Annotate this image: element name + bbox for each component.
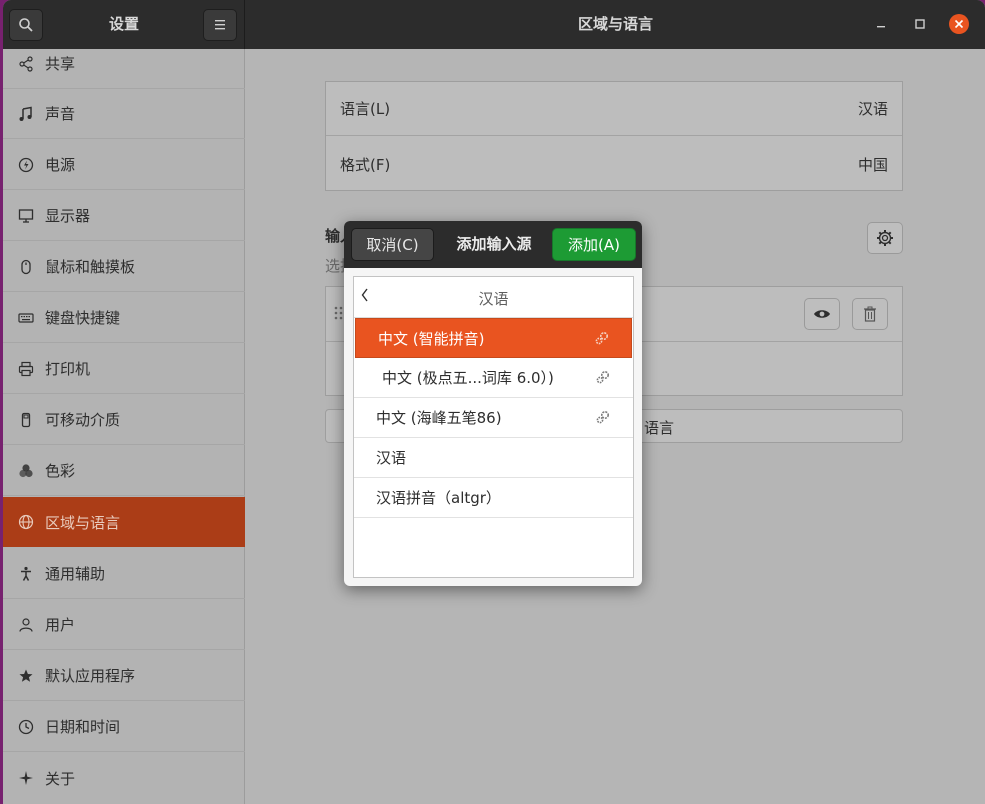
settings-window: 设置 区域与语言 共享 声音 电源 显示器 鼠标和触摸板 键盘快捷键 打印机 可… <box>3 0 985 804</box>
music-note-icon <box>17 105 35 123</box>
star-icon <box>17 667 35 685</box>
list-item-label: 汉语拼音（altgr） <box>376 489 501 507</box>
sidebar-item-sound[interactable]: 声音 <box>3 89 245 139</box>
minimize-button[interactable] <box>871 14 891 34</box>
list-item[interactable]: 汉语 <box>354 438 633 478</box>
sidebar-item-label: 通用辅助 <box>45 565 106 583</box>
maximize-button[interactable] <box>910 14 930 34</box>
sidebar-item-date-time[interactable]: 日期和时间 <box>3 702 245 752</box>
accessibility-icon <box>17 565 35 583</box>
sidebar-item-label: 键盘快捷键 <box>45 309 121 327</box>
settings-gear-icon <box>594 330 610 346</box>
language-label: 语言(L) <box>340 100 391 118</box>
sidebar-item-about[interactable]: 关于 <box>3 753 245 803</box>
sidebar-item-label: 显示器 <box>45 207 91 225</box>
eye-icon <box>814 310 830 318</box>
printer-icon <box>17 360 35 378</box>
mouse-icon <box>17 258 35 276</box>
color-icon <box>17 462 35 480</box>
globe-icon <box>17 513 35 531</box>
sidebar-item-label: 声音 <box>45 105 76 123</box>
sparkle-icon <box>17 769 35 787</box>
sidebar-item-label: 关于 <box>45 769 76 788</box>
list-item-label: 中文 (海峰五笔86) <box>376 409 502 427</box>
language-row[interactable]: 语言(L) 汉语 <box>326 82 902 136</box>
input-source-list: 汉语 中文 (智能拼音) 中文 (极点五...词库 6.0）) 中文 (海峰五笔… <box>353 276 634 578</box>
minimize-icon <box>877 26 885 28</box>
sidebar-item-label: 色彩 <box>45 462 76 480</box>
preview-button[interactable] <box>804 298 840 330</box>
close-button[interactable] <box>949 14 969 34</box>
add-language-label: 语言 <box>644 419 675 437</box>
remove-button[interactable] <box>852 298 888 330</box>
sidebar-item-label: 区域与语言 <box>45 513 121 532</box>
list-item[interactable]: 汉语拼音（altgr） <box>354 478 633 518</box>
sidebar-item-printers[interactable]: 打印机 <box>3 344 245 394</box>
language-format-card: 语言(L) 汉语 格式(F) 中国 <box>325 81 903 191</box>
list-item-label: 汉语 <box>376 449 407 467</box>
sidebar-item-keyboard[interactable]: 键盘快捷键 <box>3 293 245 343</box>
list-header-label: 汉语 <box>478 290 509 308</box>
format-row[interactable]: 格式(F) 中国 <box>326 137 902 191</box>
hamburger-icon <box>215 20 225 30</box>
list-item-label: 中文 (极点五...词库 6.0）) <box>382 369 554 387</box>
gear-icon <box>877 230 893 246</box>
sidebar-item-color[interactable]: 色彩 <box>3 446 245 496</box>
cancel-button[interactable]: 取消(C) <box>351 228 434 261</box>
sidebar-item-mouse[interactable]: 鼠标和触摸板 <box>3 242 245 292</box>
clock-icon <box>17 718 35 736</box>
removable-media-icon <box>17 411 35 429</box>
list-header[interactable]: 汉语 <box>354 277 633 318</box>
display-icon <box>17 207 35 225</box>
sidebar-item-sharing[interactable]: 共享 <box>3 39 245 89</box>
sidebar-item-label: 日期和时间 <box>45 718 121 736</box>
add-button[interactable]: 添加(A) <box>552 228 636 261</box>
sidebar-item-label: 鼠标和触摸板 <box>45 258 136 276</box>
settings-gear-icon <box>595 369 611 385</box>
sidebar-item-region-language[interactable]: 区域与语言 <box>3 497 245 547</box>
add-input-source-dialog: 取消(C) 添加输入源 添加(A) 汉语 中文 (智能拼音) 中文 (极点五..… <box>344 221 642 586</box>
sidebar-item-default-apps[interactable]: 默认应用程序 <box>3 651 245 701</box>
format-label: 格式(F) <box>340 155 391 174</box>
dialog-title: 添加输入源 <box>456 235 532 253</box>
language-value: 汉语 <box>857 100 888 118</box>
dialog-header: 取消(C) 添加输入源 添加(A) <box>344 221 642 268</box>
sidebar-item-label: 用户 <box>45 616 76 634</box>
sidebar: 共享 声音 电源 显示器 鼠标和触摸板 键盘快捷键 打印机 可移动介质 色彩 区… <box>3 49 245 804</box>
list-item-label: 中文 (智能拼音) <box>378 329 485 348</box>
sidebar-item-label: 共享 <box>45 55 76 73</box>
settings-gear-icon <box>595 409 611 425</box>
menu-button[interactable] <box>203 9 237 41</box>
input-options-button[interactable] <box>867 222 903 254</box>
share-icon <box>17 55 35 73</box>
sidebar-item-displays[interactable]: 显示器 <box>3 191 245 241</box>
list-item[interactable]: 中文 (海峰五笔86) <box>354 398 633 438</box>
list-item[interactable]: 中文 (智能拼音) <box>355 318 632 358</box>
sidebar-item-removable-media[interactable]: 可移动介质 <box>3 395 245 445</box>
sidebar-item-accessibility[interactable]: 通用辅助 <box>3 549 245 599</box>
close-icon <box>954 19 964 29</box>
sidebar-item-label: 默认应用程序 <box>45 667 136 685</box>
sidebar-item-label: 可移动介质 <box>45 411 121 429</box>
power-icon <box>17 156 35 174</box>
user-icon <box>17 616 35 634</box>
sidebar-item-users[interactable]: 用户 <box>3 600 245 650</box>
keyboard-icon <box>17 309 35 327</box>
sidebar-item-label: 打印机 <box>45 360 91 378</box>
format-value: 中国 <box>857 155 888 174</box>
list-item[interactable]: 中文 (极点五...词库 6.0）) <box>354 358 633 398</box>
sidebar-item-label: 电源 <box>45 156 76 174</box>
drag-handle-icon[interactable] <box>334 305 344 321</box>
sidebar-item-power[interactable]: 电源 <box>3 140 245 190</box>
maximize-icon <box>915 19 925 29</box>
trash-icon <box>864 306 876 322</box>
